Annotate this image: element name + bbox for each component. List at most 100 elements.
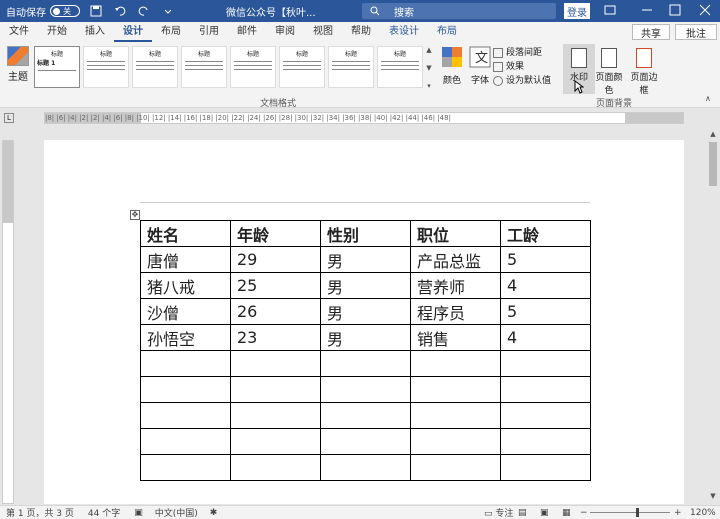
redo-icon[interactable] xyxy=(136,3,152,19)
scroll-up-icon[interactable]: ▲ xyxy=(706,130,720,138)
table-cell[interactable]: 孙悟空 xyxy=(140,324,231,351)
autosave-toggle[interactable]: 关 xyxy=(50,5,80,17)
table-move-handle-icon[interactable]: ✥ xyxy=(130,210,140,220)
style-thumb[interactable]: 标题 xyxy=(83,46,129,88)
table-cell[interactable]: 男 xyxy=(320,324,411,351)
table-cell[interactable] xyxy=(140,454,231,481)
style-thumb[interactable]: 标题 xyxy=(132,46,178,88)
customize-qat-icon[interactable] xyxy=(160,3,176,19)
page-borders-button[interactable]: 页面边框 xyxy=(628,44,660,96)
effects-button[interactable]: 效果 xyxy=(493,60,551,74)
tab-layout[interactable]: 布局 xyxy=(152,22,190,42)
table-cell[interactable] xyxy=(500,454,591,481)
fonts-button[interactable]: 文 字体 xyxy=(466,46,494,86)
table-cell[interactable] xyxy=(320,454,411,481)
word-count[interactable]: 44 个字 xyxy=(88,506,120,519)
ruler-strip[interactable]: |8| |6| |4| |2| |2| |4| |6| |8| |10| |12… xyxy=(44,112,684,124)
table-cell[interactable]: 25 xyxy=(230,272,321,299)
tab-selector[interactable]: L xyxy=(4,113,14,123)
minimize-icon[interactable] xyxy=(640,3,654,17)
table-cell[interactable]: 4 xyxy=(500,272,591,299)
table-cell[interactable]: 销售 xyxy=(410,324,501,351)
table-cell[interactable]: 男 xyxy=(320,272,411,299)
zoom-in-icon[interactable]: + xyxy=(674,508,682,518)
colors-button[interactable]: 颜色 xyxy=(438,46,466,86)
table-cell[interactable] xyxy=(140,402,231,429)
table-cell[interactable] xyxy=(320,428,411,455)
table-header-cell[interactable]: 姓名 xyxy=(140,220,231,247)
chevron-down-icon[interactable]: ▼ xyxy=(426,64,431,72)
table-header-cell[interactable]: 性别 xyxy=(320,220,411,247)
table-cell[interactable]: 猪八戒 xyxy=(140,272,231,299)
table-cell[interactable] xyxy=(140,350,231,377)
login-button[interactable]: 登录 xyxy=(564,3,590,19)
table-cell[interactable]: 营养师 xyxy=(410,272,501,299)
table-cell[interactable]: 程序员 xyxy=(410,298,501,325)
comments-button[interactable]: 批注 xyxy=(675,24,717,40)
tab-file[interactable]: 文件 xyxy=(0,22,38,42)
table-cell[interactable]: 男 xyxy=(320,246,411,273)
tab-home[interactable]: 开始 xyxy=(38,22,76,42)
tab-references[interactable]: 引用 xyxy=(190,22,228,42)
data-table[interactable]: 姓名 年龄 性别 职位 工龄 唐僧 29 男 产品总监 5 猪八戒 25 男 营… xyxy=(140,220,591,481)
vertical-scrollbar[interactable]: ▲ ▼ xyxy=(706,128,720,504)
tab-review[interactable]: 审阅 xyxy=(266,22,304,42)
table-cell[interactable] xyxy=(320,402,411,429)
table-cell[interactable]: 4 xyxy=(500,324,591,351)
style-thumb[interactable]: 标题 xyxy=(328,46,374,88)
table-cell[interactable]: 5 xyxy=(500,246,591,273)
scroll-down-icon[interactable]: ▼ xyxy=(706,492,720,500)
tab-insert[interactable]: 插入 xyxy=(76,22,114,42)
table-header-cell[interactable]: 工龄 xyxy=(500,220,591,247)
zoom-out-icon[interactable]: − xyxy=(580,508,588,518)
tab-mailings[interactable]: 邮件 xyxy=(228,22,266,42)
table-cell[interactable] xyxy=(230,402,321,429)
table-cell[interactable] xyxy=(320,350,411,377)
style-thumb[interactable]: 标题 xyxy=(377,46,423,88)
style-thumb[interactable]: 标题 xyxy=(279,46,325,88)
table-cell[interactable]: 23 xyxy=(230,324,321,351)
zoom-slider-knob[interactable] xyxy=(636,508,639,517)
table-cell[interactable] xyxy=(230,428,321,455)
table-cell[interactable] xyxy=(320,376,411,403)
table-cell[interactable] xyxy=(500,376,591,403)
save-icon[interactable] xyxy=(88,3,104,19)
table-cell[interactable]: 唐僧 xyxy=(140,246,231,273)
page-color-button[interactable]: 页面颜色 xyxy=(593,44,625,96)
chevron-up-icon[interactable]: ▲ xyxy=(426,46,431,54)
table-cell[interactable] xyxy=(500,428,591,455)
table-cell[interactable] xyxy=(230,350,321,377)
table-cell[interactable] xyxy=(140,428,231,455)
table-cell[interactable] xyxy=(500,402,591,429)
themes-button[interactable]: 主题 xyxy=(6,46,30,83)
focus-mode[interactable]: ▭ 专注 xyxy=(484,506,513,519)
paragraph-spacing-button[interactable]: 段落间距 xyxy=(493,46,551,60)
table-cell[interactable]: 29 xyxy=(230,246,321,273)
scroll-thumb[interactable] xyxy=(709,142,717,186)
table-cell[interactable] xyxy=(230,376,321,403)
table-cell[interactable] xyxy=(500,350,591,377)
style-thumb[interactable]: 标题 xyxy=(230,46,276,88)
ribbon-options-icon[interactable] xyxy=(603,3,617,17)
table-cell[interactable] xyxy=(410,428,501,455)
table-cell[interactable] xyxy=(410,454,501,481)
close-icon[interactable] xyxy=(698,3,712,17)
collapse-ribbon-icon[interactable]: ∧ xyxy=(705,94,711,103)
language[interactable]: 中文(中国) xyxy=(155,506,198,519)
share-button[interactable]: 共享 xyxy=(632,24,670,40)
table-cell[interactable] xyxy=(140,376,231,403)
search-box[interactable]: 搜索 xyxy=(362,3,556,19)
page-count[interactable]: 第 1 页，共 3 页 xyxy=(6,506,74,519)
style-thumb[interactable]: 标题 xyxy=(181,46,227,88)
print-layout-icon[interactable]: ▣ xyxy=(540,508,549,518)
tab-design[interactable]: 设计 xyxy=(114,22,152,42)
table-header-cell[interactable]: 年龄 xyxy=(230,220,321,247)
table-cell[interactable] xyxy=(410,402,501,429)
table-header-cell[interactable]: 职位 xyxy=(410,220,501,247)
autosave[interactable]: 自动保存 关 xyxy=(6,4,80,19)
table-cell[interactable]: 26 xyxy=(230,298,321,325)
proofing-icon[interactable]: ▣ xyxy=(134,508,143,518)
table-cell[interactable]: 沙僧 xyxy=(140,298,231,325)
table-cell[interactable] xyxy=(410,376,501,403)
read-mode-icon[interactable]: ▤ xyxy=(518,508,527,518)
